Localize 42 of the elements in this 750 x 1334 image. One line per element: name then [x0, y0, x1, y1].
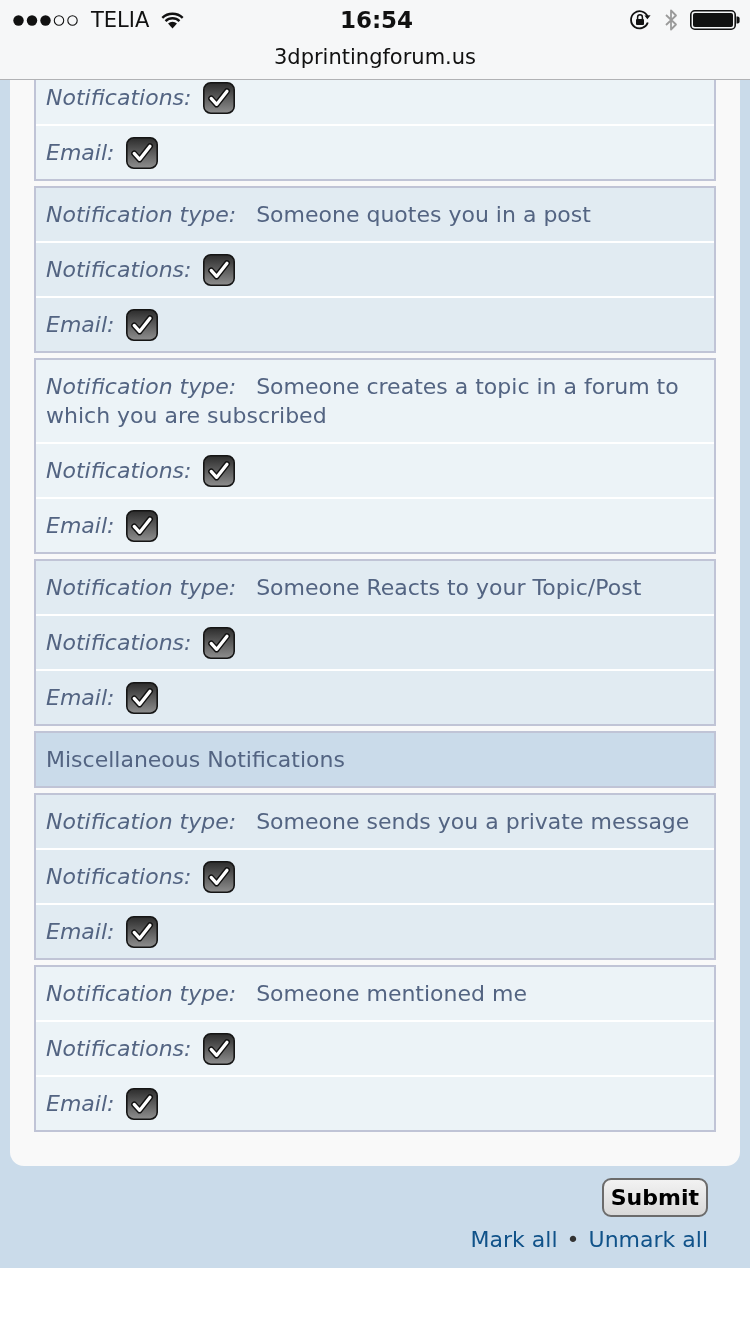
- carrier-name: TELIA: [91, 8, 150, 32]
- notification-type-text: Notification type: Someone sends you a private message: [46, 808, 690, 836]
- email-label: Email:: [46, 139, 115, 167]
- notification-type-text: Notification type: Someone quotes you in a post: [46, 201, 591, 229]
- checkbox[interactable]: [203, 81, 236, 114]
- bluetooth-icon: [664, 8, 678, 32]
- notifications-label: Notifications:: [46, 863, 192, 891]
- notifications-label: Notifications:: [46, 629, 192, 657]
- battery-icon: [690, 10, 740, 30]
- notification-type-text: Notification type: Someone Reacts to your Topic/Post: [46, 574, 642, 602]
- separator-dot: •: [566, 1226, 580, 1254]
- notification-type-text: Notification type: Someone mentioned me: [46, 980, 527, 1008]
- checkbox[interactable]: [126, 1087, 159, 1120]
- email-label: Email:: [46, 918, 115, 946]
- email-label: Email:: [46, 311, 115, 339]
- notifications-label: Notifications:: [46, 256, 192, 284]
- wifi-icon: [160, 11, 186, 29]
- rotation-lock-icon: [629, 9, 651, 31]
- checkbox[interactable]: [126, 509, 159, 542]
- submit-button[interactable]: Submit: [601, 1178, 708, 1217]
- signal-icon: [13, 14, 79, 26]
- section-header: Miscellaneous Notifications: [34, 731, 716, 788]
- checkbox[interactable]: [203, 626, 236, 659]
- notification-type-text: Notification type: Someone creates a topic in a forum to which you are subscribed: [46, 373, 680, 430]
- checkbox[interactable]: [126, 915, 159, 948]
- checkbox[interactable]: [203, 860, 236, 893]
- checkbox[interactable]: [203, 454, 236, 487]
- address-bar-url[interactable]: 3dprintingforum.us: [273, 43, 477, 70]
- checkbox[interactable]: [126, 681, 159, 714]
- mark-all-link[interactable]: Mark all: [470, 1225, 558, 1255]
- notifications-label: Notifications:: [46, 84, 192, 112]
- notifications-label: Notifications:: [46, 1035, 192, 1063]
- status-time: 16:54: [339, 7, 414, 33]
- unmark-all-link[interactable]: Unmark all: [588, 1225, 708, 1255]
- email-label: Email:: [46, 512, 115, 540]
- email-label: Email:: [46, 684, 115, 712]
- notifications-label: Notifications:: [46, 457, 192, 485]
- checkbox[interactable]: [203, 1032, 236, 1065]
- checkbox[interactable]: [126, 308, 159, 341]
- checkbox[interactable]: [126, 136, 159, 169]
- checkbox[interactable]: [203, 253, 236, 286]
- email-label: Email:: [46, 1090, 115, 1118]
